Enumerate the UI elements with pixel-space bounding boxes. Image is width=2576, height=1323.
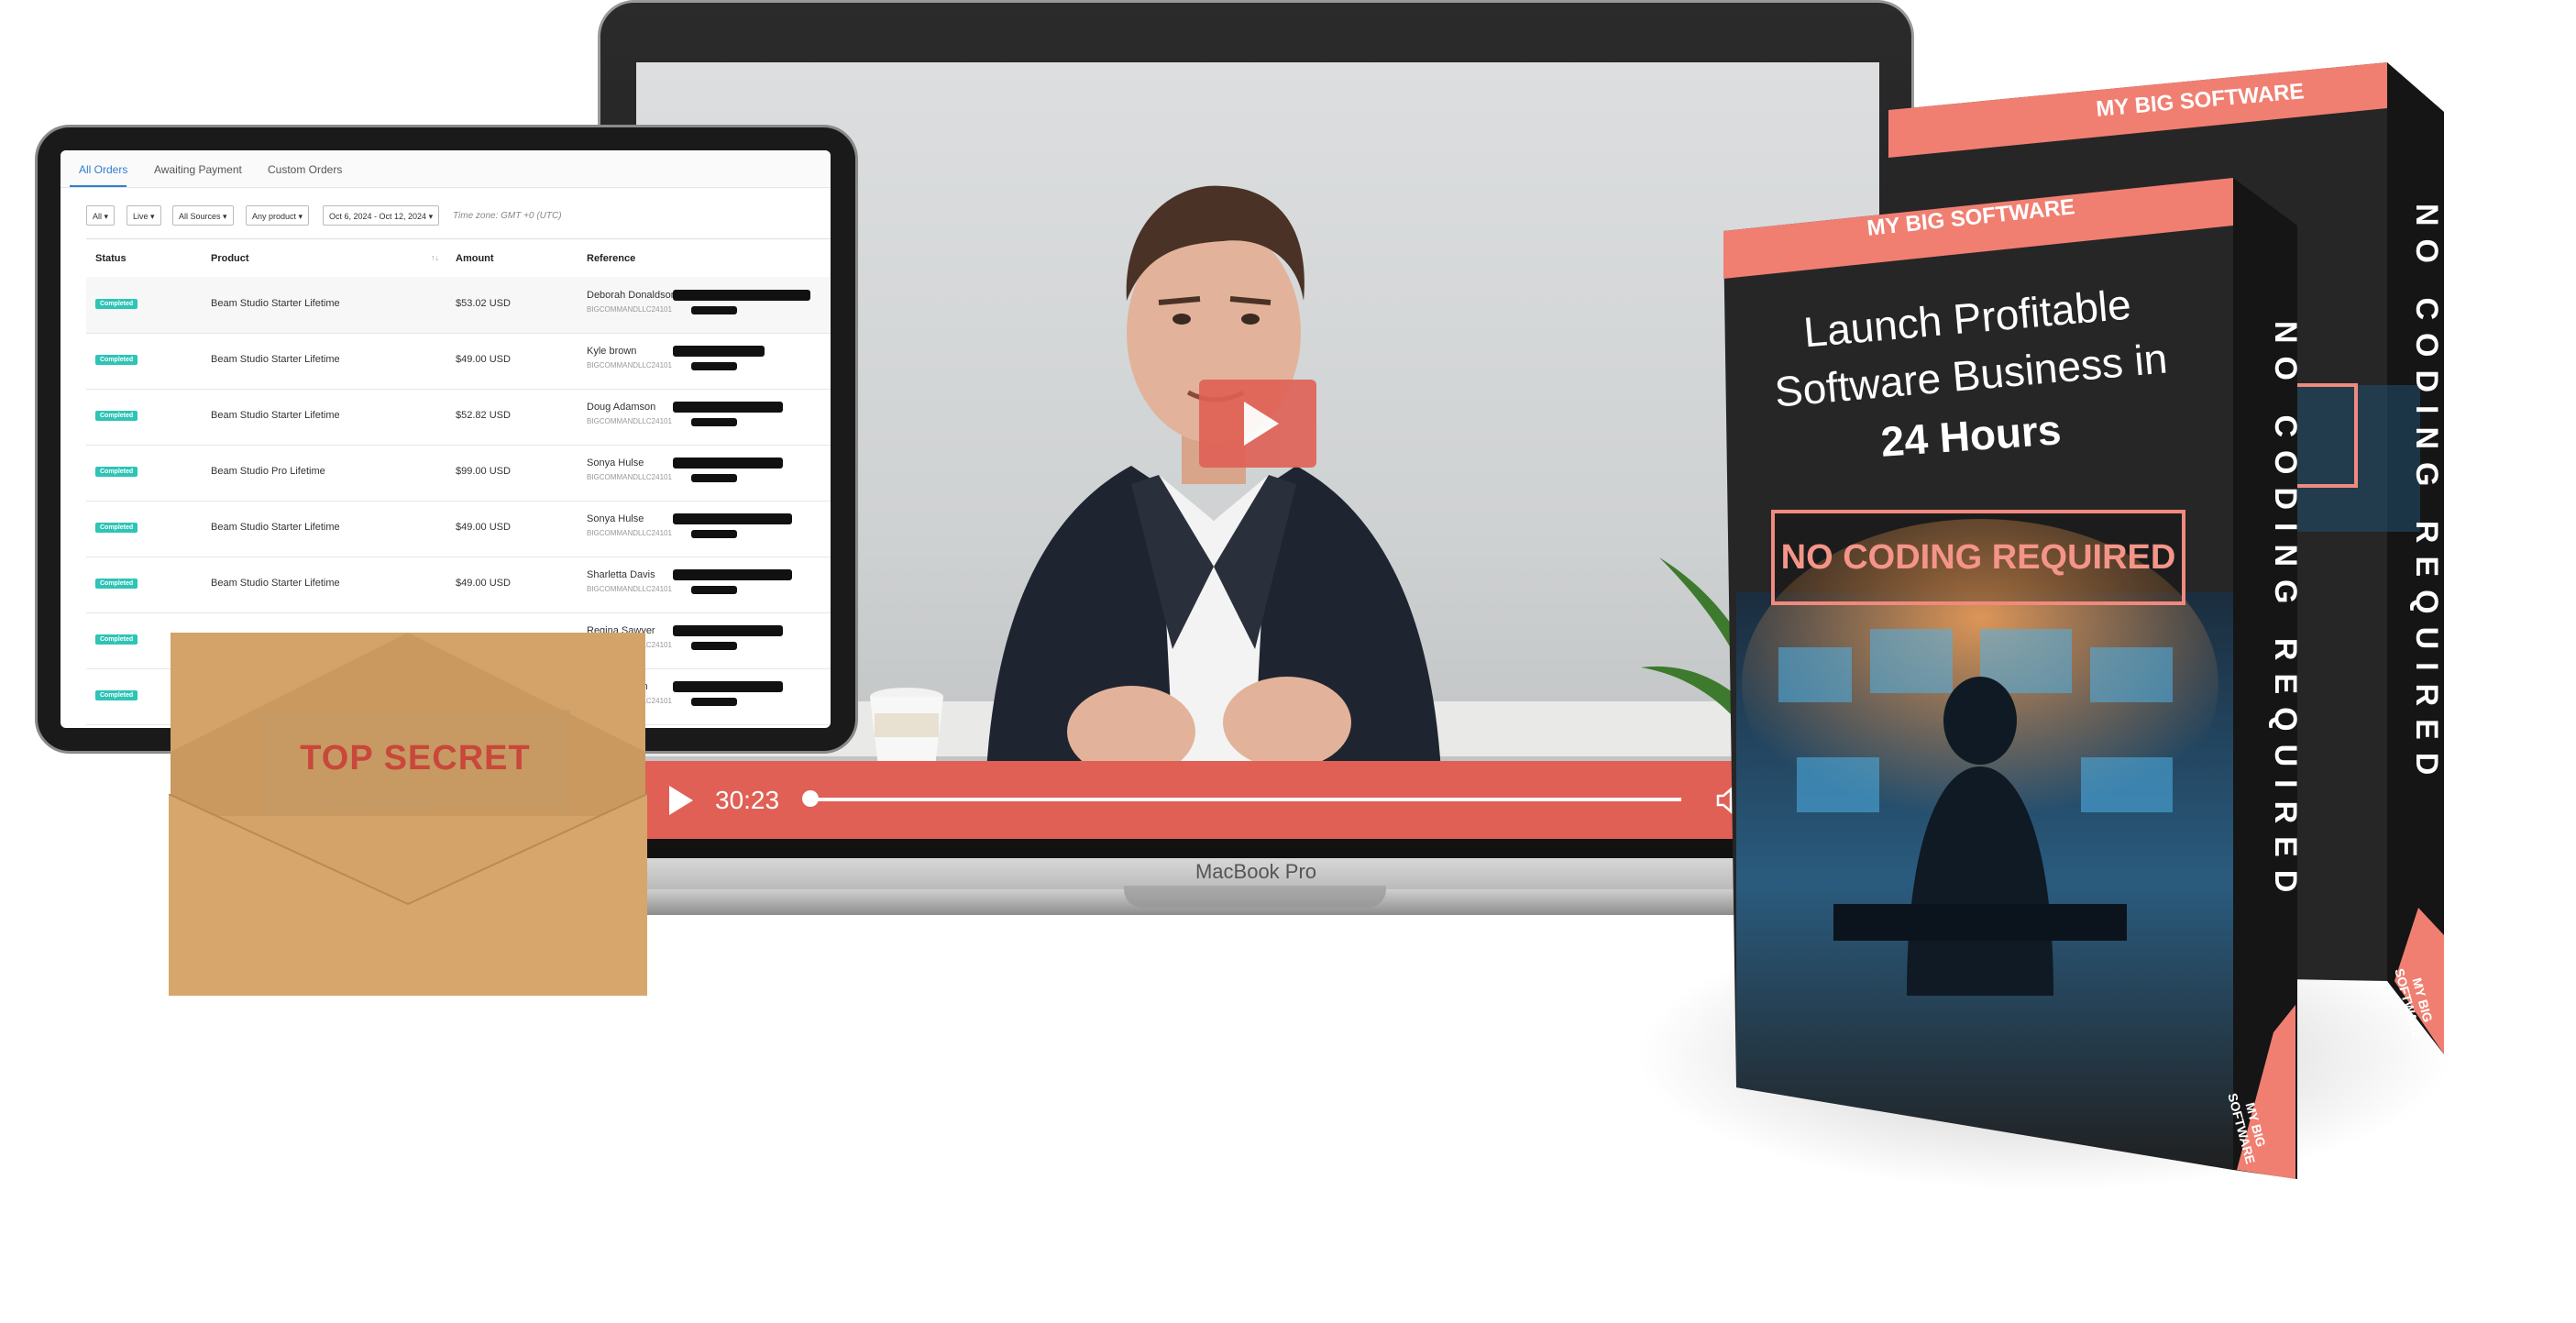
video-control-bar: 30:23 xyxy=(636,761,1879,839)
filter-mode[interactable]: Live ▾ xyxy=(127,205,161,226)
orders-tabs: All Orders Awaiting Payment Custom Order… xyxy=(61,150,831,188)
tab-all-orders[interactable]: All Orders xyxy=(79,163,127,176)
table-row[interactable]: Completed Beam Studio Starter Lifetime $49… xyxy=(86,501,831,557)
table-row[interactable]: Completed Beam Studio Starter Lifetime $49… xyxy=(86,557,831,613)
active-tab-indicator xyxy=(70,185,127,187)
redaction-bar xyxy=(673,625,783,636)
filter-product[interactable]: Any product ▾ xyxy=(246,205,310,226)
table-row[interactable]: Completed Beam Studio Pro Lifetime $99.00 … xyxy=(86,445,831,502)
amount-cell: $49.00 USD xyxy=(456,578,511,589)
status-badge: Completed xyxy=(95,690,138,700)
redaction-bar xyxy=(691,306,737,314)
video-progress-track[interactable] xyxy=(810,798,1681,801)
presenter-image xyxy=(985,185,1443,832)
device-label: MacBook Pro xyxy=(1194,860,1317,883)
status-badge: Completed xyxy=(95,411,138,421)
col-amount[interactable]: Amount xyxy=(456,253,494,264)
col-status[interactable]: Status xyxy=(95,253,127,264)
product-cell: Beam Studio Starter Lifetime xyxy=(211,354,340,365)
amount-cell: $49.00 USD xyxy=(456,354,511,365)
redaction-bar xyxy=(691,586,737,594)
timezone-note: Time zone: GMT +0 (UTC) xyxy=(453,211,562,221)
product-cell: Beam Studio Starter Lifetime xyxy=(211,522,340,533)
product-cell: Beam Studio Starter Lifetime xyxy=(211,410,340,421)
redaction-bar xyxy=(673,681,783,692)
col-reference[interactable]: Reference xyxy=(587,253,635,264)
filter-date-range[interactable]: Oct 6, 2024 - Oct 12, 2024 ▾ xyxy=(323,205,440,226)
customer-name: Sonya Hulse xyxy=(587,513,644,524)
table-row[interactable]: Completed Beam Studio Starter Lifetime $49… xyxy=(86,333,831,390)
filter-sources[interactable]: All Sources ▾ xyxy=(172,205,234,226)
order-reference: BIGCOMMANDLLC24101 xyxy=(587,305,672,314)
status-badge: Completed xyxy=(95,355,138,365)
status-badge: Completed xyxy=(95,634,138,645)
redaction-bar xyxy=(691,474,737,482)
customer-name: Doug Adamson xyxy=(587,402,656,413)
order-reference: BIGCOMMANDLLC24101 xyxy=(587,361,672,369)
front-box-side-text: NO CODING REQUIRED xyxy=(2268,321,2303,906)
redaction-bar xyxy=(673,458,783,469)
product-cell: Beam Studio Pro Lifetime xyxy=(211,466,325,477)
customer-name: Sharletta Davis xyxy=(587,569,655,580)
status-badge: Completed xyxy=(95,467,138,477)
table-row[interactable]: Completed Beam Studio Starter Lifetime $53… xyxy=(86,277,831,334)
status-badge: Completed xyxy=(95,523,138,533)
order-reference: BIGCOMMANDLLC24101 xyxy=(587,417,672,425)
filter-status[interactable]: All ▾ xyxy=(86,205,116,226)
redaction-bar xyxy=(691,698,737,706)
redaction-bar xyxy=(691,418,737,426)
redaction-bar xyxy=(691,530,737,538)
redaction-bar xyxy=(673,513,792,524)
video-progress-handle[interactable] xyxy=(802,790,819,807)
order-reference: BIGCOMMANDLLC24101 xyxy=(587,585,672,593)
status-badge: Completed xyxy=(95,579,138,589)
envelope-front xyxy=(169,794,647,996)
amount-cell: $99.00 USD xyxy=(456,466,511,477)
customer-name: Sonya Hulse xyxy=(587,458,644,469)
col-product[interactable]: Product xyxy=(211,253,249,264)
secret-card-text: TOP SECRET xyxy=(300,739,531,777)
tab-custom-orders[interactable]: Custom Orders xyxy=(268,163,342,176)
sort-icon[interactable]: ↑↓ xyxy=(431,253,439,262)
redaction-bar xyxy=(691,642,737,650)
status-badge: Completed xyxy=(95,299,138,309)
order-reference: BIGCOMMANDLLC24101 xyxy=(587,473,672,481)
coffee-cup-image xyxy=(870,688,943,766)
redaction-bar xyxy=(673,402,783,413)
table-header: Status Product ↑↓ Amount Reference xyxy=(86,238,831,279)
customer-name: Kyle brown xyxy=(587,346,637,357)
back-box-side-text: NO CODING REQUIRED xyxy=(2409,204,2444,788)
customer-name: Deborah Donaldson xyxy=(587,290,677,301)
video-play-overlay-button[interactable] xyxy=(1199,380,1316,468)
amount-cell: $53.02 USD xyxy=(456,298,511,309)
tab-awaiting-payment[interactable]: Awaiting Payment xyxy=(154,163,242,176)
order-reference: BIGCOMMANDLLC24101 xyxy=(587,529,672,537)
product-cell: Beam Studio Starter Lifetime xyxy=(211,298,340,309)
redaction-bar xyxy=(673,569,792,580)
no-coding-badge: NO CODING REQUIRED xyxy=(1771,510,2185,605)
play-icon[interactable] xyxy=(669,785,693,815)
video-time: 30:23 xyxy=(715,785,780,814)
product-cell: Beam Studio Starter Lifetime xyxy=(211,578,340,589)
amount-cell: $52.82 USD xyxy=(456,410,511,421)
redaction-bar xyxy=(691,362,737,370)
amount-cell: $49.00 USD xyxy=(456,522,511,533)
table-row[interactable]: Completed Beam Studio Starter Lifetime $52… xyxy=(86,389,831,446)
redaction-bar xyxy=(673,290,810,301)
laptop-notch xyxy=(1124,886,1386,908)
redaction-bar xyxy=(673,346,765,357)
